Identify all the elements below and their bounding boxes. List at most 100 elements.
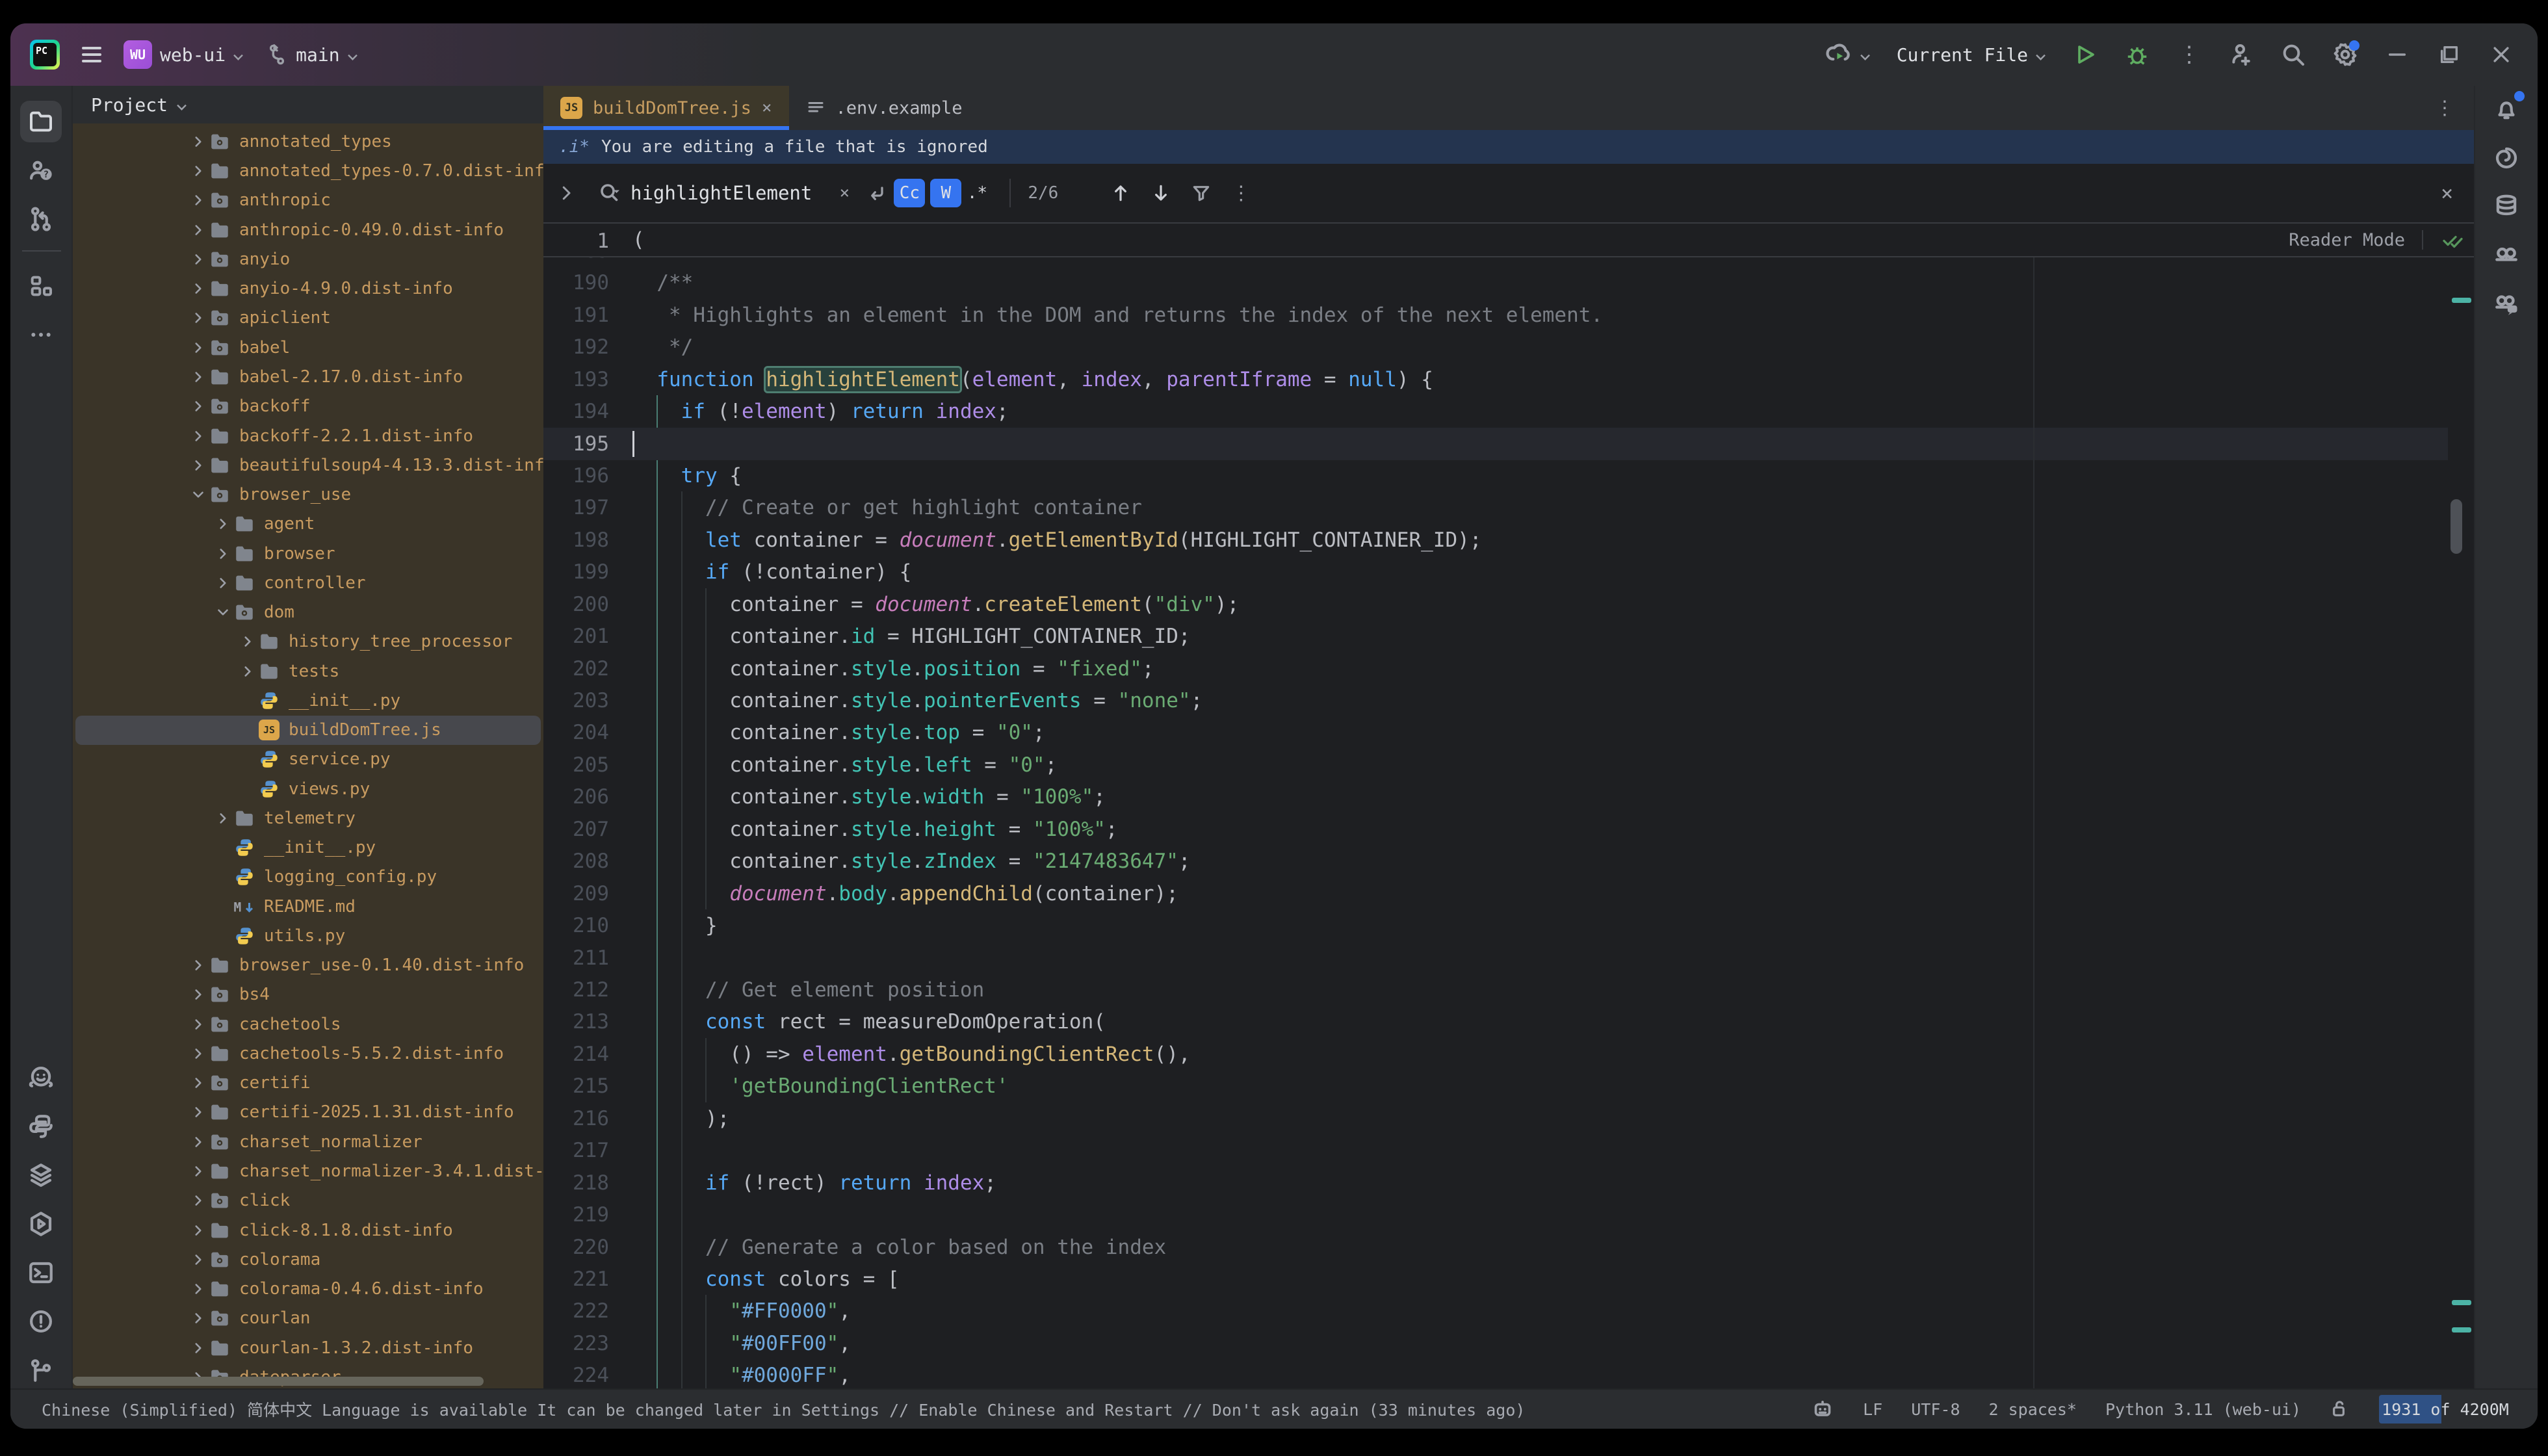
code-line[interactable]: 203 container.style.pointerEvents = "non… xyxy=(543,684,2448,717)
run-configuration-selector[interactable]: Current File xyxy=(1897,44,2046,66)
tree-item[interactable]: views.py xyxy=(75,774,541,803)
code-line[interactable]: 208 container.style.zIndex = "2147483647… xyxy=(543,845,2448,878)
tree-item[interactable]: apiclient xyxy=(75,304,541,333)
line-number[interactable]: 196 xyxy=(543,460,609,492)
indent-widget[interactable]: 2 spaces* xyxy=(1989,1400,2077,1419)
tree-item[interactable]: browser_use-0.1.40.dist-info xyxy=(75,951,541,980)
line-number[interactable]: 195 xyxy=(543,428,609,460)
tree-item[interactable]: anthropic-0.49.0.dist-info xyxy=(75,215,541,244)
code-line[interactable]: 222 "#FF0000", xyxy=(543,1295,2448,1327)
words-toggle[interactable]: W xyxy=(930,179,961,207)
code-line[interactable]: 201 container.id = HIGHLIGHT_CONTAINER_I… xyxy=(543,620,2448,653)
regex-toggle[interactable]: .* xyxy=(961,179,993,207)
project-panel-header[interactable]: Project xyxy=(73,86,543,124)
chevron-right-icon[interactable] xyxy=(188,1045,208,1062)
tree-item[interactable]: colorama-0.4.6.dist-info xyxy=(75,1275,541,1304)
tree-item[interactable]: controller xyxy=(75,568,541,597)
code-line[interactable]: 212 // Get element position xyxy=(543,974,2448,1006)
tree-item[interactable]: courlan xyxy=(75,1304,541,1333)
code-line[interactable]: 218 if (!rect) return index; xyxy=(543,1167,2448,1199)
tree-item[interactable]: logging_config.py xyxy=(75,863,541,892)
tree-item[interactable]: certifi xyxy=(75,1069,541,1098)
chevron-right-icon[interactable] xyxy=(188,280,208,297)
tree-item[interactable]: babel xyxy=(75,333,541,362)
chevron-right-icon[interactable] xyxy=(188,428,208,445)
line-number[interactable]: 217 xyxy=(543,1134,609,1167)
tree-item[interactable]: cachetools xyxy=(75,1009,541,1039)
code-line[interactable]: 223 "#00FF00", xyxy=(543,1327,2448,1360)
tree-item[interactable]: click xyxy=(75,1186,541,1216)
chevron-right-icon[interactable] xyxy=(188,957,208,974)
chevron-right-icon[interactable] xyxy=(188,457,208,474)
tab-options-icon[interactable]: ⋮ xyxy=(2435,97,2454,120)
line-number[interactable]: 190 xyxy=(543,266,609,299)
chevron-right-icon[interactable] xyxy=(188,1340,208,1357)
code-line[interactable]: 220 // Generate a color based on the ind… xyxy=(543,1231,2448,1264)
line-number[interactable]: 200 xyxy=(543,588,609,621)
chevron-right-icon[interactable] xyxy=(188,1074,208,1091)
main-menu-icon[interactable] xyxy=(82,43,101,66)
code-with-me-icon[interactable] xyxy=(2228,42,2254,68)
tree-horizontal-scrollbar[interactable] xyxy=(73,1377,484,1386)
tree-item[interactable]: backoff-2.2.1.dist-info xyxy=(75,421,541,450)
tree-item[interactable]: babel-2.17.0.dist-info xyxy=(75,362,541,391)
close-search-icon[interactable]: × xyxy=(2441,181,2453,205)
chevron-right-icon[interactable] xyxy=(188,1016,208,1033)
code-line[interactable]: 213 const rect = measureDomOperation( xyxy=(543,1006,2448,1038)
memory-indicator[interactable]: 1931 of 4200M xyxy=(2379,1395,2512,1424)
code-line[interactable]: 194 if (!element) return index; xyxy=(543,395,2448,428)
project-widget[interactable]: WU web-ui xyxy=(124,40,244,69)
expand-replace-icon[interactable] xyxy=(543,183,576,203)
code-line[interactable]: 189 xyxy=(543,257,2448,267)
chevron-right-icon[interactable] xyxy=(188,1222,208,1239)
close-button[interactable] xyxy=(2488,42,2514,68)
code-line[interactable]: 202 container.style.position = "fixed"; xyxy=(543,653,2448,685)
tree-item[interactable]: JSbuildDomTree.js xyxy=(75,716,541,745)
chevron-right-icon[interactable] xyxy=(213,575,233,592)
code-line[interactable]: 197 // Create or get highlight container xyxy=(543,491,2448,524)
chevron-right-icon[interactable] xyxy=(238,633,257,650)
chevron-down-icon[interactable] xyxy=(213,604,233,621)
line-number[interactable]: 215 xyxy=(543,1070,609,1102)
match-case-toggle[interactable]: Cc xyxy=(894,179,925,207)
tree-item[interactable]: tests xyxy=(75,656,541,686)
clear-search-icon[interactable]: × xyxy=(829,179,860,207)
filter-icon[interactable] xyxy=(1191,183,1212,203)
tree-item[interactable]: browser xyxy=(75,539,541,568)
sticky-line[interactable]: 1 ( Reader Mode xyxy=(543,224,2474,257)
chevron-right-icon[interactable] xyxy=(188,1192,208,1209)
code-line[interactable]: 209 document.body.appendChild(container)… xyxy=(543,878,2448,910)
lock-open-icon[interactable] xyxy=(2330,1399,2350,1420)
code-line[interactable]: 211 xyxy=(543,942,2448,974)
chevron-right-icon[interactable] xyxy=(188,1163,208,1180)
code-line[interactable]: 205 container.style.left = "0"; xyxy=(543,749,2448,781)
line-number[interactable]: 222 xyxy=(543,1295,609,1327)
editor-scrollbar[interactable] xyxy=(2450,499,2462,554)
maximize-button[interactable] xyxy=(2436,42,2462,68)
tree-item[interactable]: charset_normalizer xyxy=(75,1127,541,1156)
chevron-right-icon[interactable] xyxy=(213,545,233,562)
chevron-right-icon[interactable] xyxy=(188,1251,208,1268)
run-button[interactable] xyxy=(2072,42,2098,68)
search-more-icon[interactable]: ⋮ xyxy=(1231,182,1251,205)
line-number[interactable]: 211 xyxy=(543,942,609,974)
chevron-right-icon[interactable] xyxy=(188,192,208,209)
chevron-right-icon[interactable] xyxy=(188,398,208,415)
tree-item[interactable]: bs4 xyxy=(75,980,541,1009)
line-number[interactable]: 193 xyxy=(543,363,609,396)
status-message[interactable]: Chinese (Simplified) 简体中文 Language is av… xyxy=(10,1398,1525,1421)
line-number[interactable]: 209 xyxy=(543,878,609,910)
code-line[interactable]: 200 container = document.createElement("… xyxy=(543,588,2448,621)
tree-item[interactable]: __init__.py xyxy=(75,833,541,863)
chevron-right-icon[interactable] xyxy=(188,309,208,326)
line-number[interactable]: 199 xyxy=(543,556,609,588)
code-line[interactable]: 216 ); xyxy=(543,1102,2448,1135)
tree-item[interactable]: service.py xyxy=(75,745,541,774)
line-number[interactable]: 206 xyxy=(543,781,609,813)
chevron-right-icon[interactable] xyxy=(213,515,233,532)
chevron-right-icon[interactable] xyxy=(188,1104,208,1121)
tree-item[interactable]: charset_normalizer-3.4.1.dist-info xyxy=(75,1157,541,1186)
terminal-tool-icon[interactable] xyxy=(20,1252,62,1294)
line-ending-widget[interactable]: LF xyxy=(1863,1400,1882,1419)
more-tools-icon[interactable] xyxy=(20,314,62,356)
